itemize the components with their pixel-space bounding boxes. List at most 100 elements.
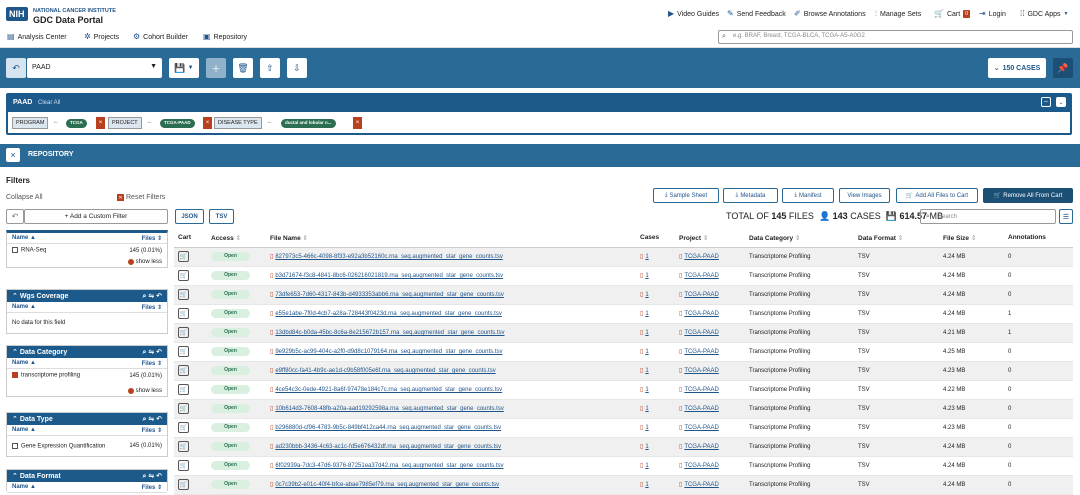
facet-row[interactable]: transcriptome profiling 145 (0.01%) — [7, 369, 167, 382]
cases-link[interactable]: 1 — [645, 292, 648, 298]
facet-tools-icons[interactable]: ⌕ ⇋ ↶ — [142, 292, 162, 300]
file-link[interactable]: e9ff80cc-fa41-4b9c-ae1d-c9b58f005e6f.rna… — [275, 368, 495, 374]
facet-col-files[interactable]: Files ⇕ — [142, 360, 162, 367]
quick-search-input[interactable]: ⌕ e.g. BRAF, Breast, TCGA-BLCA, TCGA-A5-A… — [718, 30, 1073, 44]
file-link[interactable]: e55e1abe-7f0d-4cb7-a28a-728443f0423d.rna… — [275, 311, 502, 317]
sample-sheet-button[interactable]: ⤓ Sample Sheet — [653, 188, 719, 203]
project-link[interactable]: TCGA-PAAD — [684, 254, 719, 260]
filter-field-disease-type[interactable]: DISEASE TYPE — [214, 117, 262, 129]
add-cohort-button[interactable]: ＋ — [206, 58, 226, 78]
nav-cohort-builder[interactable]: ⚙ Cohort Builder — [133, 33, 188, 41]
undo-cohort-button[interactable]: ↶ — [6, 58, 26, 78]
tsv-button[interactable]: TSV — [209, 209, 234, 224]
project-link[interactable]: TCGA-PAAD — [684, 330, 719, 336]
filter-field-program[interactable]: PROGRAM — [12, 117, 49, 129]
browse-annotations-link[interactable]: ✐ Browse Annotations — [794, 10, 866, 18]
add-to-cart-button[interactable]: 🛒 — [178, 403, 189, 414]
add-to-cart-button[interactable]: 🛒 — [178, 460, 189, 471]
gdc-apps-link[interactable]: ⁞⁞ GDC Apps ▼ — [1020, 10, 1068, 18]
add-to-cart-button[interactable]: 🛒 — [178, 422, 189, 433]
filter-value-program[interactable]: TCGA — [66, 118, 87, 128]
project-link[interactable]: TCGA-PAAD — [684, 425, 719, 431]
cases-link[interactable]: 1 — [645, 349, 648, 355]
show-less-link[interactable]: show less — [7, 257, 167, 267]
portal-title[interactable]: GDC Data Portal — [33, 15, 103, 25]
facet-col-files[interactable]: Files ⇕ — [142, 427, 162, 434]
facet-col-files[interactable]: Files ⇕ — [142, 484, 162, 491]
download-cohort-button[interactable]: ⇩ — [287, 58, 307, 78]
close-icon[interactable]: × — [6, 148, 20, 162]
project-link[interactable]: TCGA-PAAD — [684, 368, 719, 374]
clear-all-link[interactable]: Clear All — [38, 100, 60, 106]
cart-link[interactable]: 🛒 Cart 0 — [934, 10, 970, 18]
cohort-select[interactable]: PAAD ▼ — [27, 58, 162, 78]
add-to-cart-button[interactable]: 🛒 — [178, 365, 189, 376]
video-guides-link[interactable]: ▶ Video Guides — [668, 10, 719, 18]
chevron-down-icon[interactable]: ⌄ — [1056, 97, 1066, 107]
cases-link[interactable]: 1 — [645, 387, 648, 393]
facet-tools-icons[interactable]: ⌕ ⇋ ↶ — [142, 348, 162, 356]
file-link[interactable]: 10b614d3-7608-48fb-a20a-aad19292598a.rna… — [275, 406, 504, 412]
cases-link[interactable]: 1 — [645, 444, 648, 450]
reset-filters-link[interactable]: ✕ Reset Filters — [117, 194, 165, 201]
file-link[interactable]: 9e929b5c-ac99-404c-a2f0-d9d8c1079164.rna… — [275, 349, 502, 355]
cases-link[interactable]: 1 — [645, 273, 648, 279]
project-link[interactable]: TCGA-PAAD — [684, 311, 719, 317]
nih-logo[interactable]: NIH — [6, 7, 28, 21]
col-access[interactable]: Access ⇕ — [207, 229, 266, 248]
add-to-cart-button[interactable]: 🛒 — [178, 289, 189, 300]
file-link[interactable]: 73dfe653-7d60-4317-843b-d4933353abb6.rna… — [275, 292, 504, 298]
login-link[interactable]: ⇥ Login — [979, 10, 1006, 18]
manage-sets-link[interactable]: ⫶ Manage Sets — [875, 10, 921, 18]
project-link[interactable]: TCGA-PAAD — [684, 387, 719, 393]
cases-link[interactable]: 1 — [645, 311, 648, 317]
facet-tools-icons[interactable]: ⌕ ⇋ ↶ — [142, 472, 162, 480]
cases-link[interactable]: 1 — [645, 406, 648, 412]
view-images-button[interactable]: View Images — [839, 188, 890, 203]
file-link[interactable]: 4ce54c3c-0ede-4921-8a6f-97478e184c7c.rna… — [275, 387, 502, 393]
cases-link[interactable]: 1 — [645, 254, 648, 260]
add-all-to-cart-button[interactable]: 🛒 Add All Files to Cart — [896, 188, 978, 203]
delete-cohort-button[interactable]: 🗑 — [233, 58, 253, 78]
project-link[interactable]: TCGA-PAAD — [684, 463, 719, 469]
cases-link[interactable]: 1 — [645, 463, 648, 469]
manifest-button[interactable]: ⤓ Manifest — [782, 188, 834, 203]
facet-col-name[interactable]: Name ▲ — [12, 360, 36, 366]
add-to-cart-button[interactable]: 🛒 — [178, 384, 189, 395]
facet-col-name[interactable]: Name ▲ — [12, 427, 36, 433]
collapse-all-link[interactable]: Collapse All — [6, 194, 43, 201]
file-link[interactable]: 13dbd84c-b0da-45bc-8c6a-8e215672b157.rna… — [275, 330, 504, 336]
nci-label[interactable]: NATIONAL CANCER INSTITUTE — [33, 8, 116, 14]
add-custom-filter-button[interactable]: + Add a Custom Filter — [24, 209, 168, 224]
expand-icon[interactable]: ⇔ — [1041, 97, 1051, 107]
file-link[interactable]: 6f02939a-7dc3-47d6-9376-87251ea37d42.rna… — [275, 463, 503, 469]
cases-link[interactable]: 1 — [645, 330, 648, 336]
cases-count-button[interactable]: ⌄ 150 CASES — [988, 58, 1046, 78]
file-link[interactable]: b3d71674-f3c8-4841-8bc6-026216021819.rna… — [275, 273, 503, 279]
save-cohort-button[interactable]: 💾 ▼ — [169, 58, 199, 78]
facet-tools-icons[interactable]: ⌕ ⇋ ↶ — [142, 415, 162, 423]
add-to-cart-button[interactable]: 🛒 — [178, 270, 189, 281]
col-data-category[interactable]: Data Category ⇕ — [745, 229, 854, 248]
send-feedback-link[interactable]: ✎ Send Feedback — [727, 10, 786, 18]
file-link[interactable]: b296880d-cf96-4783-9b5c-849bf412ca44.rna… — [275, 425, 501, 431]
facet-row[interactable]: Gene Expression Quantification 145 (0.01%… — [7, 436, 167, 456]
col-project[interactable]: Project ⇕ — [675, 229, 745, 248]
facet-col-files[interactable]: Files ⇕ — [142, 235, 162, 242]
remove-all-from-cart-button[interactable]: 🛒 Remove All From Cart — [983, 188, 1073, 203]
checkbox[interactable] — [12, 247, 18, 254]
project-link[interactable]: TCGA-PAAD — [684, 482, 719, 488]
file-link[interactable]: 0c7c39b2-e01c-40f4-bfce-abae7985ef79.rna… — [275, 482, 499, 488]
cases-link[interactable]: 1 — [645, 368, 648, 374]
facet-col-files[interactable]: Files ⇕ — [142, 304, 162, 311]
project-link[interactable]: TCGA-PAAD — [684, 273, 719, 279]
file-link[interactable]: ad230bbb-3436-4c63-ac1c-fd5e676432df.rna… — [275, 444, 501, 450]
project-link[interactable]: TCGA-PAAD — [684, 349, 719, 355]
col-file-name[interactable]: File Name ⇕ — [266, 229, 636, 248]
remove-disease-filter-button[interactable]: × — [353, 117, 362, 129]
checkbox[interactable] — [12, 442, 18, 449]
col-file-size[interactable]: File Size ⇕ — [939, 229, 1004, 248]
cases-link[interactable]: 1 — [645, 482, 648, 488]
file-link[interactable]: 827973c5-466c-4098-8f33-e92a3b52160c.rna… — [275, 254, 503, 260]
show-less-link[interactable]: show less — [7, 382, 167, 396]
